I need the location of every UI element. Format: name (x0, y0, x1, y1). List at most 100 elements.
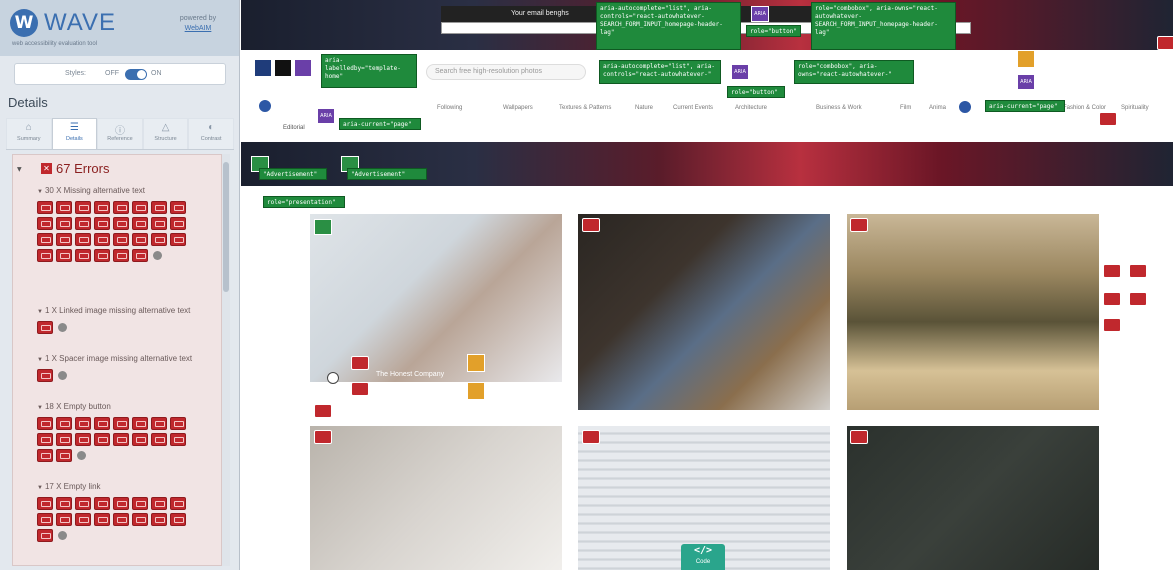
list-icon[interactable] (255, 60, 271, 76)
error-item-icon[interactable] (132, 217, 148, 230)
error-item-icon[interactable] (37, 449, 53, 462)
error-item-icon[interactable] (94, 217, 110, 230)
aria-tag[interactable]: aria-autocomplete="list", aria-controls=… (596, 2, 741, 50)
error-icon[interactable] (1129, 292, 1147, 306)
error-icon[interactable] (1103, 318, 1121, 332)
aria-icon[interactable] (295, 60, 311, 76)
error-icon[interactable] (1103, 264, 1121, 278)
error-item-icon[interactable] (132, 433, 148, 446)
error-item-icon[interactable] (132, 497, 148, 510)
error-icon[interactable] (1157, 36, 1173, 50)
error-group-title[interactable]: ▼ 1 X Spacer image missing alternative te… (37, 353, 217, 366)
error-item-icon[interactable] (113, 217, 129, 230)
error-item-icon[interactable] (132, 417, 148, 430)
aria-tag[interactable]: "Advertisement" (259, 168, 327, 180)
error-item-icon[interactable] (151, 417, 167, 430)
error-item-icon[interactable] (94, 417, 110, 430)
error-group-title[interactable]: ▼ 1 X Linked image missing alternative te… (37, 305, 217, 318)
styles-toggle-switch[interactable] (125, 69, 147, 80)
error-icon[interactable] (1129, 264, 1147, 278)
webaim-link[interactable]: WebAIM (168, 24, 228, 34)
error-icon[interactable] (582, 430, 600, 444)
info-icon[interactable] (58, 323, 67, 332)
error-item-icon[interactable] (94, 249, 110, 262)
error-item-icon[interactable] (113, 433, 129, 446)
error-item-icon[interactable] (56, 417, 72, 430)
error-item-icon[interactable] (94, 497, 110, 510)
aria-tag[interactable]: role="combobox", aria-owns="react-autowh… (794, 60, 914, 84)
error-item-icon[interactable] (94, 433, 110, 446)
error-item-icon[interactable] (75, 513, 91, 526)
info-icon[interactable] (58, 531, 67, 540)
error-item-icon[interactable] (75, 433, 91, 446)
error-item-icon[interactable] (151, 201, 167, 214)
code-icon[interactable]: </> Code (681, 544, 725, 570)
error-item-icon[interactable] (37, 513, 53, 526)
error-item-icon[interactable] (113, 233, 129, 246)
nav-wallpapers[interactable]: Wallpapers (503, 105, 533, 111)
error-item-icon[interactable] (151, 497, 167, 510)
error-item-icon[interactable] (151, 433, 167, 446)
error-item-icon[interactable] (132, 233, 148, 246)
tab-structure[interactable]: △ Structure (142, 118, 189, 149)
nav-film[interactable]: Film (900, 105, 911, 111)
nav-fashion[interactable]: Fashion & Color (1063, 105, 1106, 111)
aria-tag[interactable]: "Advertisement" (347, 168, 427, 180)
photo-boots[interactable] (578, 214, 830, 410)
error-item-icon[interactable] (170, 217, 186, 230)
error-item-icon[interactable] (94, 513, 110, 526)
tab-details[interactable]: ☰ Details (51, 118, 98, 149)
error-icon[interactable] (314, 404, 332, 418)
search-input[interactable]: Search free high-resolution photos (426, 64, 586, 80)
aria-icon[interactable] (314, 219, 332, 235)
collapse-toggle-icon[interactable]: ▼ (17, 166, 22, 173)
avatar[interactable] (327, 372, 339, 384)
info-icon[interactable] (77, 451, 86, 460)
collapse-toggle-icon[interactable]: ▼ (37, 485, 43, 491)
error-item-icon[interactable] (132, 201, 148, 214)
nav-architecture[interactable]: Architecture (735, 105, 767, 111)
error-icon[interactable] (1103, 292, 1121, 306)
error-item-icon[interactable] (56, 217, 72, 230)
error-item-icon[interactable] (94, 233, 110, 246)
error-item-icon[interactable] (170, 497, 186, 510)
tab-reference[interactable]: ⓘ Reference (97, 118, 143, 149)
photo-caption[interactable]: The Honest Company (376, 371, 444, 378)
error-item-icon[interactable] (37, 201, 53, 214)
aria-structure-icon[interactable]: ARIA (731, 64, 749, 80)
aria-structure-icon[interactable]: ARIA (317, 108, 335, 124)
error-icon[interactable] (351, 356, 369, 370)
nav-business[interactable]: Business & Work (816, 105, 862, 111)
collapse-toggle-icon[interactable]: ▼ (37, 309, 43, 315)
error-item-icon[interactable] (113, 497, 129, 510)
nav-following[interactable]: Following (437, 105, 462, 111)
photo-baby[interactable] (310, 214, 562, 382)
nav-current-events[interactable]: Current Events (673, 105, 713, 111)
error-item-icon[interactable] (56, 449, 72, 462)
error-item-icon[interactable] (113, 513, 129, 526)
error-item-icon[interactable] (94, 201, 110, 214)
alert-icon[interactable] (1017, 50, 1035, 68)
aria-tag[interactable]: role="combobox", aria-owns="react-autowh… (811, 2, 956, 50)
nav-animals[interactable]: Anima (929, 105, 946, 111)
error-item-icon[interactable] (75, 417, 91, 430)
error-item-icon[interactable] (37, 529, 53, 542)
error-item-icon[interactable] (56, 497, 72, 510)
error-group-title[interactable]: ▼ 30 X Missing alternative text (37, 185, 217, 198)
nav-editorial[interactable]: Editorial (283, 125, 305, 131)
error-item-icon[interactable] (37, 433, 53, 446)
aria-structure-icon[interactable]: ARIA (751, 6, 769, 22)
error-item-icon[interactable] (37, 249, 53, 262)
error-item-icon[interactable] (75, 249, 91, 262)
aria-tag[interactable]: aria-current="page" (985, 100, 1065, 112)
error-item-icon[interactable] (132, 249, 148, 262)
error-item-icon[interactable] (37, 321, 53, 334)
error-icon[interactable] (1099, 112, 1117, 126)
info-icon[interactable] (58, 371, 67, 380)
error-item-icon[interactable] (56, 201, 72, 214)
error-item-icon[interactable] (75, 201, 91, 214)
collapse-toggle-icon[interactable]: ▼ (37, 405, 43, 411)
error-item-icon[interactable] (37, 217, 53, 230)
error-item-icon[interactable] (151, 233, 167, 246)
aria-structure-icon[interactable]: ARIA (1017, 74, 1035, 90)
